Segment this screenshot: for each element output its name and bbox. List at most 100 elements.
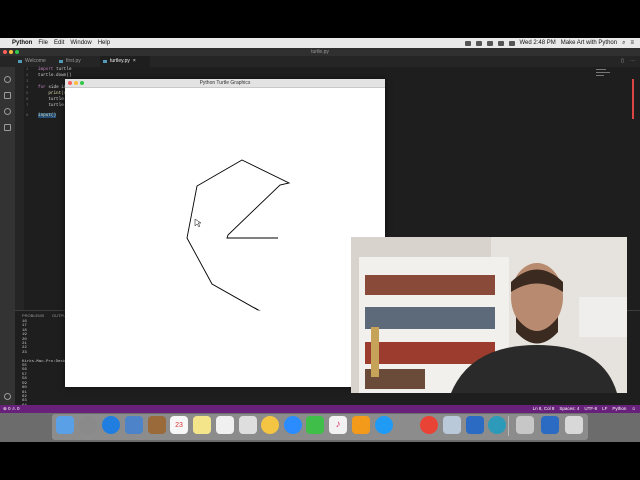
messages-icon[interactable] xyxy=(284,416,302,434)
calendar-icon[interactable]: 23 xyxy=(170,416,188,434)
source-control-icon[interactable] xyxy=(4,92,11,99)
finder-icon[interactable] xyxy=(56,416,74,434)
minimize-window-icon[interactable] xyxy=(74,81,78,85)
close-window-icon[interactable] xyxy=(68,81,72,85)
code-line: print(s xyxy=(38,91,66,96)
menu-app-name[interactable]: Python xyxy=(12,40,32,46)
tab-turtley-py[interactable]: turtley.py × xyxy=(100,56,150,67)
turtle-canvas xyxy=(186,159,291,311)
chair xyxy=(579,297,627,337)
settings-gear-icon[interactable] xyxy=(4,393,11,400)
menubar-status-area: Wed 2:48 PM Make Art with Python ⌕ ≡ xyxy=(464,40,634,47)
tab-first-py[interactable]: first.py xyxy=(56,56,106,67)
menu-bar: Python File Edit Window Help Wed 2:48 PM… xyxy=(0,38,640,48)
book-row xyxy=(365,307,495,329)
tab-problems[interactable]: PROBLEMS xyxy=(22,313,44,318)
maps-icon[interactable] xyxy=(239,416,257,434)
minimap[interactable] xyxy=(594,67,634,157)
status-icon[interactable] xyxy=(475,40,482,46)
terminal-line: 19 xyxy=(22,333,27,338)
file-icon xyxy=(18,60,22,63)
tab-label: turtley.py xyxy=(110,58,130,64)
wifi-icon[interactable] xyxy=(497,40,504,46)
code-line: turtle. xyxy=(38,97,66,102)
menu-item-window[interactable]: Window xyxy=(70,40,91,46)
contacts-icon[interactable] xyxy=(148,416,166,434)
line-number: 8 xyxy=(26,114,29,118)
facetime-icon[interactable] xyxy=(306,416,324,434)
menubar-user[interactable]: Make Art with Python xyxy=(561,40,617,46)
status-icon[interactable] xyxy=(486,40,493,46)
status-icon[interactable] xyxy=(464,40,471,46)
list-icon[interactable]: ≡ xyxy=(630,40,634,46)
preview-icon[interactable] xyxy=(443,416,461,434)
code-line: turtle.down() xyxy=(38,73,72,78)
terminal-line: 22 xyxy=(22,346,27,351)
status-bar: ⊗ 0 ⚠ 0 Ln 8, Col 8 Spaces: 4 UTF-8 LF P… xyxy=(0,405,640,413)
terminal-line: 58 xyxy=(22,377,27,382)
line-number: 5 xyxy=(26,92,29,96)
turtle-cursor-icon xyxy=(254,307,261,311)
line-number: 1 xyxy=(26,68,29,72)
letterbox-bottom xyxy=(0,442,640,480)
menu-item-edit[interactable]: Edit xyxy=(54,40,64,46)
terminal-line: 57 xyxy=(22,372,27,377)
mouse-pointer-icon xyxy=(194,218,202,228)
code-text: side in xyxy=(45,85,67,90)
tab-label: first.py xyxy=(66,58,81,64)
photo-app-icon[interactable] xyxy=(125,416,143,434)
encoding[interactable]: UTF-8 xyxy=(584,405,597,413)
code-text: turtle. xyxy=(38,103,67,108)
line-ending[interactable]: LF xyxy=(602,405,607,413)
more-actions-icon[interactable]: ⋯ xyxy=(630,58,635,64)
notes-icon[interactable] xyxy=(193,416,211,434)
safari-icon[interactable] xyxy=(102,416,120,434)
close-window-icon[interactable] xyxy=(3,50,7,54)
reminders-icon[interactable] xyxy=(216,416,234,434)
terminal-line: 56 xyxy=(22,368,27,373)
language-mode[interactable]: Python xyxy=(612,405,626,413)
menubar-clock[interactable]: Wed 2:48 PM xyxy=(520,40,556,46)
vscode-icon[interactable] xyxy=(541,416,559,434)
minimize-window-icon[interactable] xyxy=(9,50,13,54)
close-tab-icon[interactable]: × xyxy=(133,58,136,64)
split-editor-icon[interactable]: ▯ xyxy=(621,58,624,64)
terminal-line: 23 xyxy=(22,350,27,355)
indentation[interactable]: Spaces: 4 xyxy=(559,405,579,413)
turtle-drawing-path xyxy=(186,159,291,311)
terminal-line: 61 xyxy=(22,390,27,395)
chrome-icon[interactable] xyxy=(420,416,438,434)
tab-label: Welcome xyxy=(25,58,46,64)
search-icon[interactable] xyxy=(4,76,11,83)
zoom-window-icon[interactable] xyxy=(15,50,19,54)
photos-icon[interactable] xyxy=(261,416,279,434)
search-icon[interactable]: ⌕ xyxy=(622,40,625,47)
python-file-icon xyxy=(59,60,63,63)
zoom-window-icon[interactable] xyxy=(80,81,84,85)
trash-icon[interactable] xyxy=(565,416,583,434)
books-icon[interactable] xyxy=(352,416,370,434)
terminal-output: 16 17 18 19 20 21 22 23 Kirks-Mac-Pro:De… xyxy=(22,320,65,408)
cursor-position[interactable]: Ln 8, Col 8 xyxy=(533,405,555,413)
menu-item-help[interactable]: Help xyxy=(98,40,110,46)
app-store-icon[interactable] xyxy=(375,416,393,434)
music-icon[interactable]: ♪ xyxy=(329,416,347,434)
activity-bar xyxy=(0,56,15,405)
problems-count[interactable]: ⊗ 0 ⚠ 0 xyxy=(3,405,20,413)
python-launcher-icon[interactable] xyxy=(516,416,534,434)
line-number: 4 xyxy=(26,86,29,90)
menu-item-file[interactable]: File xyxy=(38,40,48,46)
code-keyword: for xyxy=(38,85,46,90)
debug-icon[interactable] xyxy=(4,108,11,115)
system-preferences-icon[interactable] xyxy=(397,416,415,434)
terminal-line: 60 xyxy=(22,386,27,391)
quicktime-icon[interactable] xyxy=(488,416,506,434)
launchpad-icon[interactable] xyxy=(79,416,97,434)
line-number: 7 xyxy=(26,104,29,108)
feedback-icon[interactable]: ☺ xyxy=(631,405,636,413)
battery-icon[interactable] xyxy=(508,40,515,46)
vscode-icon[interactable] xyxy=(466,416,484,434)
tab-welcome[interactable]: Welcome xyxy=(15,56,61,67)
terminal-line: 63 xyxy=(22,399,27,404)
extensions-icon[interactable] xyxy=(4,124,11,131)
